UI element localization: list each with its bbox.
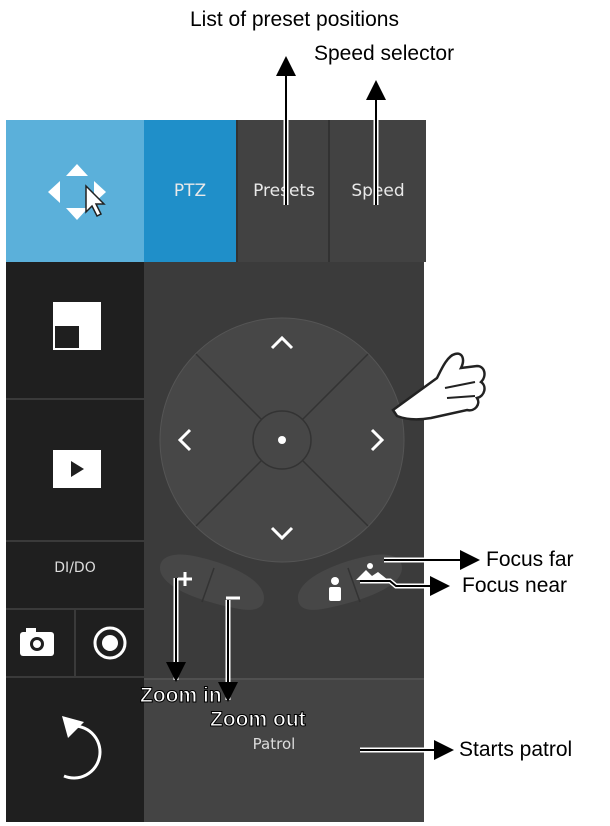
- annotation-patrol: Starts patrol: [459, 738, 573, 761]
- annotation-zoom-out: Zoom out: [210, 708, 307, 732]
- annotation-focus-far: Focus far: [486, 548, 574, 571]
- annotation-zoom-in: Zoom in: [140, 684, 223, 708]
- annotation-focus-near: Focus near: [462, 574, 568, 597]
- annotation-arrows: [166, 56, 480, 760]
